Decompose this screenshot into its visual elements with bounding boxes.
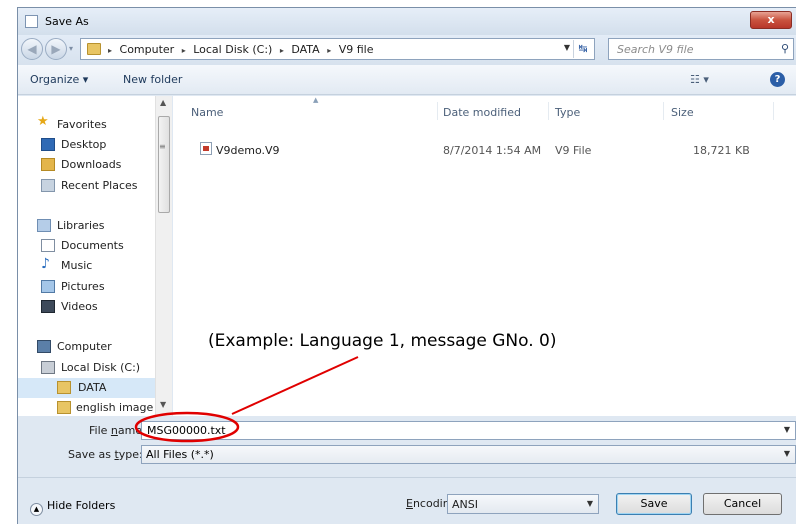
search-placeholder: Search V9 file xyxy=(617,43,694,56)
scroll-down-icon[interactable]: ▼ xyxy=(160,400,166,409)
collapse-icon: ▲ xyxy=(30,503,43,516)
cancel-button[interactable]: Cancel xyxy=(703,493,782,515)
breadcrumb-computer[interactable]: Computer xyxy=(120,43,175,56)
title-bar: Save As x xyxy=(18,8,796,35)
documents-icon xyxy=(41,239,55,252)
sidebar-item-libraries[interactable]: Libraries xyxy=(18,216,158,236)
folder-icon xyxy=(87,43,101,55)
address-row: ◀ ▶ ▾ ▸ Computer ▸ Local Disk (C:) ▸ DAT… xyxy=(18,35,796,65)
organize-button[interactable]: Organize ▾ xyxy=(30,73,88,86)
filename-value: MSG00000.txt xyxy=(147,424,226,437)
v9-file-icon xyxy=(200,142,212,155)
sidebar-item-local-disk[interactable]: Local Disk (C:) xyxy=(18,358,158,378)
file-list: ▲ Name Date modified Type Size V9demo.V9… xyxy=(173,96,796,416)
help-icon[interactable]: ? xyxy=(770,72,785,87)
encoding-select[interactable]: ANSI ▼ xyxy=(447,494,599,514)
computer-icon xyxy=(37,340,51,353)
star-icon: ★ xyxy=(37,114,49,129)
breadcrumb-data[interactable]: DATA xyxy=(291,43,319,56)
save-as-type-label: Save as type: xyxy=(68,448,143,461)
breadcrumb: ▸ Computer ▸ Local Disk (C:) ▸ DATA ▸ V9… xyxy=(108,43,374,56)
file-date-modified: 8/7/2014 1:54 AM xyxy=(443,144,542,157)
downloads-icon xyxy=(41,158,55,171)
sidebar-item-videos[interactable]: Videos xyxy=(18,297,158,317)
sidebar-item-recent-places[interactable]: Recent Places xyxy=(18,176,158,196)
sidebar-item-music[interactable]: ♪ Music xyxy=(18,256,158,276)
scrollbar-thumb[interactable] xyxy=(158,116,170,213)
close-button[interactable]: x xyxy=(750,11,792,29)
command-bar: Organize ▾ New folder ☷ ▾ ? xyxy=(18,65,796,95)
disk-icon xyxy=(41,361,55,374)
sidebar-item-data[interactable]: DATA xyxy=(18,378,158,398)
save-as-type-select[interactable]: All Files (*.*) ▼ xyxy=(141,445,796,464)
window-title: Save As xyxy=(45,15,89,28)
encoding-value: ANSI xyxy=(452,498,478,511)
breadcrumb-v9-file[interactable]: V9 file xyxy=(339,43,374,56)
search-input[interactable]: Search V9 file ⚲ xyxy=(608,38,794,60)
column-header-size[interactable]: Size xyxy=(671,106,694,119)
address-dropdown-icon[interactable]: ▼ xyxy=(564,43,570,52)
filename-label: File name: xyxy=(89,424,146,437)
sidebar-item-desktop[interactable]: Desktop xyxy=(18,135,158,155)
pictures-icon xyxy=(41,280,55,293)
divider xyxy=(18,477,796,478)
annotation-label: (Example: Language 1, message GNo. 0) xyxy=(206,331,563,351)
recent-places-icon xyxy=(41,179,55,192)
videos-icon xyxy=(41,300,55,313)
search-icon[interactable]: ⚲ xyxy=(781,42,789,55)
scrollbar-grip-icon: ≡ xyxy=(159,142,166,151)
sidebar-item-pictures[interactable]: Pictures xyxy=(18,277,158,297)
music-icon: ♪ xyxy=(41,256,50,272)
file-type: V9 File xyxy=(555,144,592,157)
folder-icon xyxy=(57,401,71,414)
chevron-down-icon[interactable]: ▼ xyxy=(784,449,790,458)
column-header-date-modified[interactable]: Date modified xyxy=(443,106,521,119)
column-header-type[interactable]: Type xyxy=(555,106,580,119)
save-button[interactable]: Save xyxy=(616,493,692,515)
chevron-down-icon[interactable]: ▼ xyxy=(587,499,593,508)
scroll-up-icon[interactable]: ▲ xyxy=(160,98,166,107)
breadcrumb-local-disk[interactable]: Local Disk (C:) xyxy=(193,43,272,56)
change-view-icon[interactable]: ☷ ▾ xyxy=(690,73,709,86)
save-options-panel: File name: MSG00000.txt ▼ Save as type: … xyxy=(18,416,796,524)
libraries-icon xyxy=(37,219,51,232)
folder-icon xyxy=(57,381,71,394)
chevron-down-icon[interactable]: ▼ xyxy=(784,425,790,434)
sidebar-item-english-image[interactable]: english image xyxy=(18,398,158,416)
file-size: 18,721 KB xyxy=(693,144,750,157)
save-as-dialog: Save As x ◀ ▶ ▾ ▸ Computer ▸ Local Disk … xyxy=(17,7,796,524)
address-bar[interactable]: ▸ Computer ▸ Local Disk (C:) ▸ DATA ▸ V9… xyxy=(80,38,595,60)
window-icon xyxy=(25,15,38,28)
sidebar-item-computer[interactable]: Computer xyxy=(18,337,158,357)
recent-locations-dropdown-icon[interactable]: ▾ xyxy=(69,44,77,54)
filename-field[interactable]: MSG00000.txt ▼ xyxy=(141,421,796,440)
desktop-icon xyxy=(41,138,55,151)
column-header-name[interactable]: Name xyxy=(191,106,223,119)
sidebar-item-favorites[interactable]: ★ Favorites xyxy=(18,113,158,133)
hide-folders-button[interactable]: ▲ Hide Folders xyxy=(30,499,115,516)
sidebar-scrollbar[interactable]: ▲ ≡ ▼ xyxy=(155,96,172,416)
new-folder-button[interactable]: New folder xyxy=(123,73,182,86)
save-as-type-value: All Files (*.*) xyxy=(146,448,214,461)
forward-button[interactable]: ▶ xyxy=(45,38,67,60)
sort-ascending-icon: ▲ xyxy=(313,96,319,104)
file-name[interactable]: V9demo.V9 xyxy=(216,144,280,157)
back-button[interactable]: ◀ xyxy=(21,38,43,60)
sidebar-item-downloads[interactable]: Downloads xyxy=(18,155,158,175)
refresh-icon[interactable]: ↹ xyxy=(573,40,592,58)
sidebar-item-documents[interactable]: Documents xyxy=(18,236,158,256)
navigation-pane: ★ Favorites Desktop Downloads Recent Pla… xyxy=(18,96,172,416)
